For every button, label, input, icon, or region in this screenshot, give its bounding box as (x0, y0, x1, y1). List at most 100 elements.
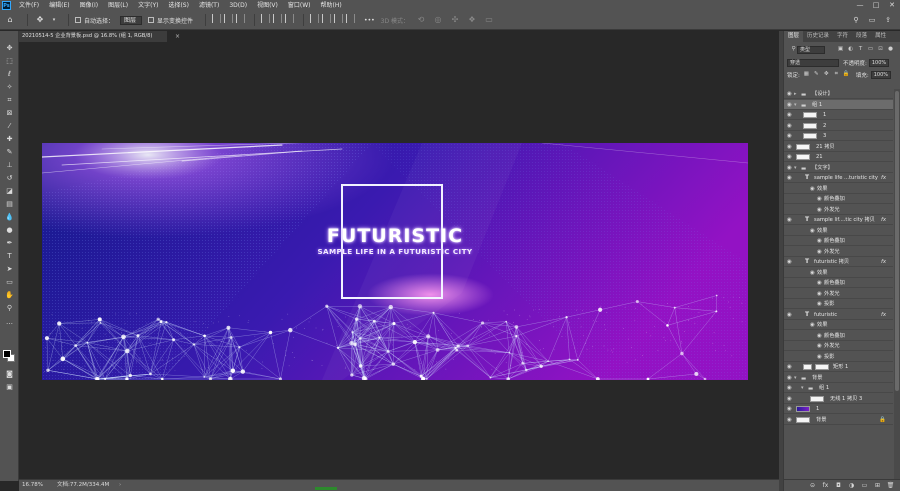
share-icon[interactable]: ⇪ (882, 15, 894, 26)
magic-wand-tool-icon[interactable]: ✧ (4, 82, 15, 92)
effect-visibility-eye-icon[interactable]: ◉ (817, 331, 822, 341)
layer-row[interactable]: ◉ Tfuturistic fx (784, 310, 893, 320)
layer-effect-row[interactable]: ◉ 外发光 (784, 341, 893, 351)
show-transform-checkbox[interactable] (148, 17, 155, 23)
fx-icon[interactable]: fx (881, 257, 886, 267)
marquee-tool-icon[interactable]: ⬚ (4, 56, 15, 66)
panel-tab[interactable]: 属性 (871, 31, 890, 42)
visibility-eye-icon[interactable]: ◉ (787, 310, 792, 320)
mask-icon[interactable]: ◘ (834, 481, 843, 490)
visibility-eye-icon[interactable]: ◉ (787, 257, 792, 267)
align-left-icon[interactable] (212, 14, 222, 23)
menu-item[interactable]: 窗口(W) (283, 0, 316, 11)
type-tool-icon[interactable]: T (4, 251, 15, 261)
home-icon[interactable]: ⌂ (4, 14, 16, 26)
effect-visibility-eye-icon[interactable]: ◉ (817, 236, 822, 246)
more-tools-icon[interactable]: … (4, 317, 15, 327)
zoom-level[interactable]: 16.78% (22, 480, 43, 491)
canvas-area[interactable]: FUTURISTIC SAMPLE LIFE IN A FUTURISTIC C… (19, 42, 779, 479)
visibility-eye-icon[interactable]: ◉ (787, 383, 792, 393)
visibility-eye-icon[interactable]: ◉ (787, 110, 792, 120)
chevron-down-icon[interactable]: ▾ (801, 383, 804, 393)
lasso-tool-icon[interactable]: ℓ (4, 69, 15, 79)
align-bottom-icon[interactable] (285, 14, 295, 23)
gradient-tool-icon[interactable]: ▤ (4, 199, 15, 209)
auto-select-checkbox[interactable] (75, 17, 81, 23)
layer-row[interactable]: ◉ 1 (784, 404, 893, 414)
history-brush-tool-icon[interactable]: ↺ (4, 173, 15, 183)
document-tab[interactable]: 20210514-5 企业背景板.psd @ 16.8% (组 1, RGB/8… (19, 31, 167, 42)
layer-row[interactable]: ◉ 背景 🔒 (784, 415, 893, 425)
opacity-input[interactable]: 100% (868, 58, 890, 67)
panel-tab[interactable]: 图层 (784, 31, 804, 42)
layer-row[interactable]: ◉ ▾ ▬ 组 1 (784, 99, 893, 110)
visibility-eye-icon[interactable]: ◉ (787, 173, 792, 183)
crop-tool-icon[interactable]: ⌗ (4, 95, 15, 105)
effect-visibility-eye-icon[interactable]: ◉ (817, 205, 822, 215)
new-group-icon[interactable]: ▭ (860, 481, 869, 490)
layer-row[interactable]: ◉ 21 拷贝 (784, 142, 893, 152)
eyedropper-tool-icon[interactable]: ⁄ (4, 121, 15, 131)
lock-all-icon[interactable]: 🔒 (843, 71, 850, 78)
3d-scale-icon[interactable]: ▭ (483, 14, 495, 26)
brush-tool-icon[interactable]: ✎ (4, 147, 15, 157)
lock-transparent-icon[interactable]: ▦ (803, 71, 810, 78)
layer-effect-row[interactable]: ◉ 外发光 (784, 205, 893, 215)
search-icon[interactable]: ⚲ (850, 15, 862, 26)
zoom-tool-icon[interactable]: ⚲ (4, 303, 15, 313)
menu-item[interactable]: 文字(Y) (133, 0, 163, 11)
scrollbar-thumb[interactable] (895, 91, 899, 391)
layer-row[interactable]: ◉ ▾ ▬ 背景 (784, 373, 893, 383)
visibility-eye-icon[interactable]: ◉ (787, 163, 792, 173)
new-layer-icon[interactable]: ⊞ (873, 481, 882, 490)
fill-input[interactable]: 100% (870, 70, 892, 79)
kind-filter-dropdown[interactable]: 类型 (797, 45, 825, 54)
maximize-button[interactable]: □ (868, 0, 884, 11)
visibility-eye-icon[interactable]: ◉ (787, 131, 792, 141)
workspace-icon[interactable]: ▭ (866, 15, 878, 26)
status-menu-arrow[interactable]: › (119, 480, 121, 491)
visibility-eye-icon[interactable]: ◉ (787, 142, 792, 152)
chevron-down-icon[interactable]: ▾ (794, 100, 797, 110)
effect-visibility-eye-icon[interactable]: ◉ (817, 341, 822, 351)
chevron-down-icon[interactable]: ▾ (51, 14, 57, 26)
filter-toggle-icon[interactable]: ● (887, 46, 894, 53)
3d-rotate-icon[interactable]: ⟲ (415, 14, 427, 26)
quick-mask-icon[interactable]: ◙ (4, 369, 15, 379)
eraser-tool-icon[interactable]: ◪ (4, 186, 15, 196)
layer-row[interactable]: ◉ Tsample lif....tic city 拷贝 fx (784, 215, 893, 225)
visibility-eye-icon[interactable]: ◉ (787, 152, 792, 162)
effect-visibility-eye-icon[interactable]: ◉ (810, 268, 815, 278)
visibility-eye-icon[interactable]: ◉ (787, 362, 792, 372)
visibility-eye-icon[interactable]: ◉ (787, 215, 792, 225)
clone-stamp-tool-icon[interactable]: ⊥ (4, 160, 15, 170)
screen-mode-icon[interactable]: ▣ (4, 382, 15, 392)
visibility-eye-icon[interactable]: ◉ (787, 89, 792, 99)
layer-row[interactable]: ◉ Tsample life ...turistic city fx (784, 173, 893, 183)
move-icon[interactable]: ✥ (34, 14, 46, 26)
3d-slide-icon[interactable]: ❖ (466, 14, 478, 26)
filter-type-icon[interactable]: T (857, 46, 864, 53)
menu-item[interactable]: 图层(L) (103, 0, 133, 11)
blur-tool-icon[interactable]: 💧 (4, 212, 15, 222)
fx-icon[interactable]: fx (881, 173, 886, 183)
layer-row[interactable]: ◉ 矩形 1 (784, 362, 893, 372)
panel-tab[interactable]: 历史记录 (803, 31, 833, 42)
distribute-h-icon[interactable] (310, 14, 320, 23)
fx-icon[interactable]: fx (881, 310, 886, 320)
effect-visibility-eye-icon[interactable]: ◉ (817, 278, 822, 288)
effect-visibility-eye-icon[interactable]: ◉ (810, 184, 815, 194)
chevron-down-icon[interactable]: ▾ (794, 373, 797, 383)
distribute-spacing-icon[interactable] (346, 14, 356, 23)
layer-row[interactable]: ◉ 3 (784, 131, 893, 141)
healing-brush-tool-icon[interactable]: ✚ (4, 134, 15, 144)
pen-tool-icon[interactable]: ✒ (4, 238, 15, 248)
visibility-eye-icon[interactable]: ◉ (787, 394, 792, 404)
menu-item[interactable]: 图像(I) (75, 0, 103, 11)
hand-tool-icon[interactable]: ✋ (4, 290, 15, 300)
layer-row[interactable]: ◉ 无线 1 拷贝 3 (784, 394, 893, 404)
layer-effect-row[interactable]: ◉ 效果 (784, 268, 893, 278)
adjustment-icon[interactable]: ◑ (847, 481, 856, 490)
distribute-v-icon[interactable] (334, 14, 344, 23)
layer-effect-row[interactable]: ◉ 颜色叠加 (784, 236, 893, 246)
